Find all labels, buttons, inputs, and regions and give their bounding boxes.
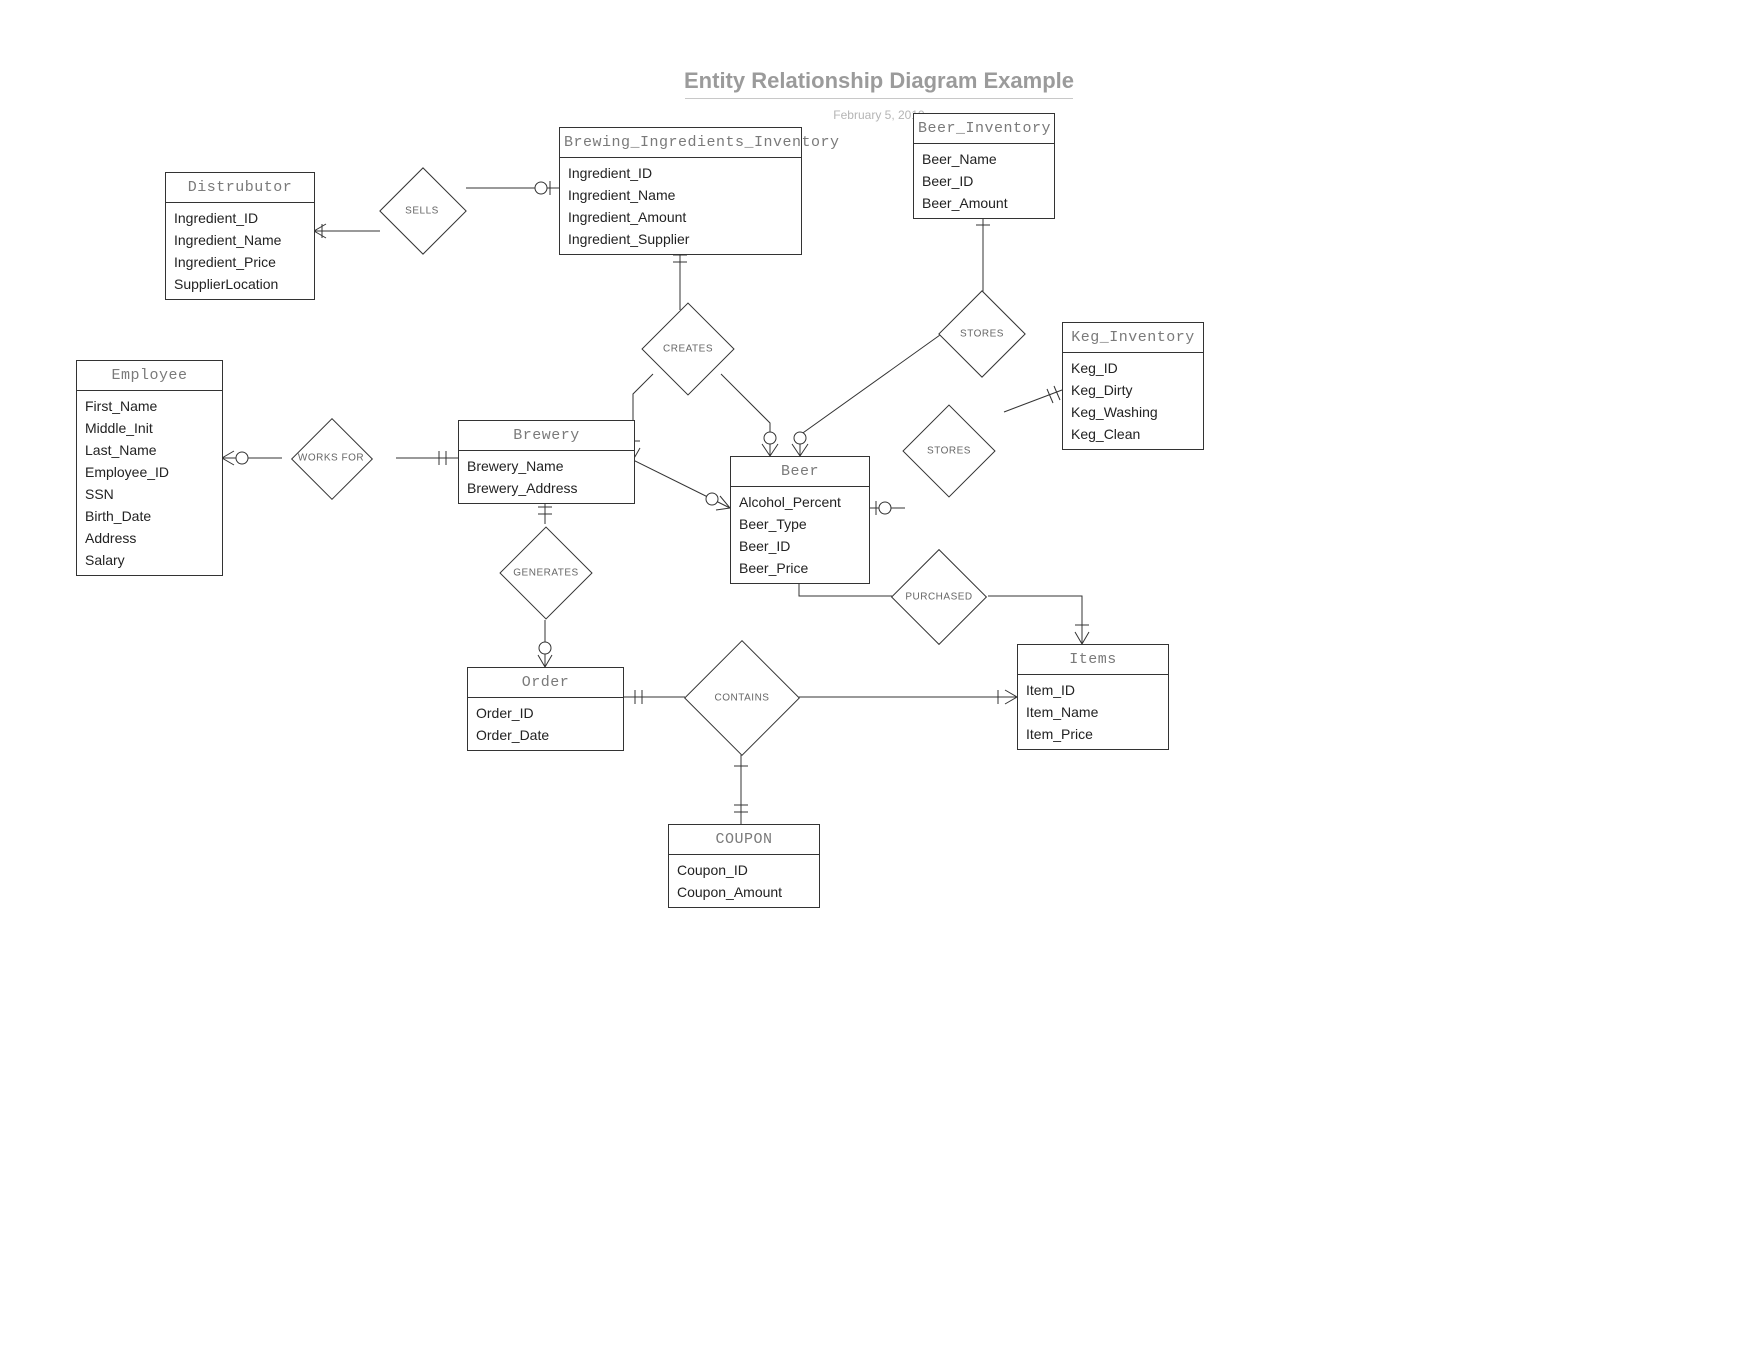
attr: Ingredient_ID (174, 207, 306, 229)
attr: Ingredient_Name (568, 184, 793, 206)
attr: Item_Price (1026, 723, 1160, 745)
entity-attrs: First_Name Middle_Init Last_Name Employe… (77, 391, 222, 575)
attr: Employee_ID (85, 461, 214, 483)
attr: Beer_Name (922, 148, 1046, 170)
entity-order: Order Order_ID Order_Date (467, 667, 624, 751)
attr: Ingredient_Name (174, 229, 306, 251)
entity-distributor: Distrubutor Ingredient_ID Ingredient_Nam… (165, 172, 315, 300)
attr: Salary (85, 549, 214, 571)
attr: SSN (85, 483, 214, 505)
attr: Order_Date (476, 724, 615, 746)
attr: Item_Name (1026, 701, 1160, 723)
attr: Keg_Washing (1071, 401, 1195, 423)
entity-header: Beer_Inventory (914, 114, 1054, 144)
rel-label: STORES (960, 329, 1004, 340)
entity-header: Distrubutor (166, 173, 314, 203)
er-diagram-canvas: Entity Relationship Diagram Example Febr… (0, 0, 1758, 1358)
entity-employee: Employee First_Name Middle_Init Last_Nam… (76, 360, 223, 576)
attr: Item_ID (1026, 679, 1160, 701)
attr: SupplierLocation (174, 273, 306, 295)
attr: Brewery_Name (467, 455, 626, 477)
rel-label: CREATES (663, 344, 713, 355)
entity-attrs: Ingredient_ID Ingredient_Name Ingredient… (166, 203, 314, 299)
attr: Ingredient_Supplier (568, 228, 793, 250)
entity-header: Employee (77, 361, 222, 391)
attr: Ingredient_ID (568, 162, 793, 184)
entity-header: Brewing_Ingredients_Inventory (560, 128, 801, 158)
entity-keg-inventory: Keg_Inventory Keg_ID Keg_Dirty Keg_Washi… (1062, 322, 1204, 450)
attr: First_Name (85, 395, 214, 417)
rel-label: PURCHASED (905, 592, 972, 603)
entity-coupon: COUPON Coupon_ID Coupon_Amount (668, 824, 820, 908)
attr: Beer_ID (739, 535, 861, 557)
diagram-title: Entity Relationship Diagram Example (684, 68, 1074, 94)
attr: Keg_Dirty (1071, 379, 1195, 401)
entity-attrs: Keg_ID Keg_Dirty Keg_Washing Keg_Clean (1063, 353, 1203, 449)
attr: Keg_Clean (1071, 423, 1195, 445)
attr: Beer_Price (739, 557, 861, 579)
attr: Beer_Amount (922, 192, 1046, 214)
entity-header: Brewery (459, 421, 634, 451)
entity-brewing-ingredients: Brewing_Ingredients_Inventory Ingredient… (559, 127, 802, 255)
entity-attrs: Beer_Name Beer_ID Beer_Amount (914, 144, 1054, 218)
rel-label: WORKS FOR (296, 453, 366, 464)
attr: Birth_Date (85, 505, 214, 527)
entity-header: Beer (731, 457, 869, 487)
attr: Beer_Type (739, 513, 861, 535)
entity-beer-inventory: Beer_Inventory Beer_Name Beer_ID Beer_Am… (913, 113, 1055, 219)
entity-header: Keg_Inventory (1063, 323, 1203, 353)
title-underline (685, 98, 1073, 99)
rel-label: STORES (927, 446, 971, 457)
entity-beer: Beer Alcohol_Percent Beer_Type Beer_ID B… (730, 456, 870, 584)
attr: Coupon_ID (677, 859, 811, 881)
attr: Keg_ID (1071, 357, 1195, 379)
attr: Coupon_Amount (677, 881, 811, 903)
entity-header: Order (468, 668, 623, 698)
attr: Order_ID (476, 702, 615, 724)
entity-attrs: Brewery_Name Brewery_Address (459, 451, 634, 503)
entity-attrs: Ingredient_ID Ingredient_Name Ingredient… (560, 158, 801, 254)
attr: Brewery_Address (467, 477, 626, 499)
entity-attrs: Order_ID Order_Date (468, 698, 623, 750)
entity-brewery: Brewery Brewery_Name Brewery_Address (458, 420, 635, 504)
rel-label: SELLS (405, 206, 439, 217)
entity-attrs: Coupon_ID Coupon_Amount (669, 855, 819, 907)
entity-items: Items Item_ID Item_Name Item_Price (1017, 644, 1169, 750)
diagram-date: February 5, 2019 (833, 108, 924, 122)
attr: Last_Name (85, 439, 214, 461)
rel-label: GENERATES (513, 568, 578, 579)
entity-attrs: Item_ID Item_Name Item_Price (1018, 675, 1168, 749)
attr: Ingredient_Amount (568, 206, 793, 228)
rel-label: CONTAINS (715, 693, 770, 704)
attr: Alcohol_Percent (739, 491, 861, 513)
attr: Ingredient_Price (174, 251, 306, 273)
entity-header: Items (1018, 645, 1168, 675)
attr: Address (85, 527, 214, 549)
attr: Beer_ID (922, 170, 1046, 192)
attr: Middle_Init (85, 417, 214, 439)
entity-header: COUPON (669, 825, 819, 855)
entity-attrs: Alcohol_Percent Beer_Type Beer_ID Beer_P… (731, 487, 869, 583)
